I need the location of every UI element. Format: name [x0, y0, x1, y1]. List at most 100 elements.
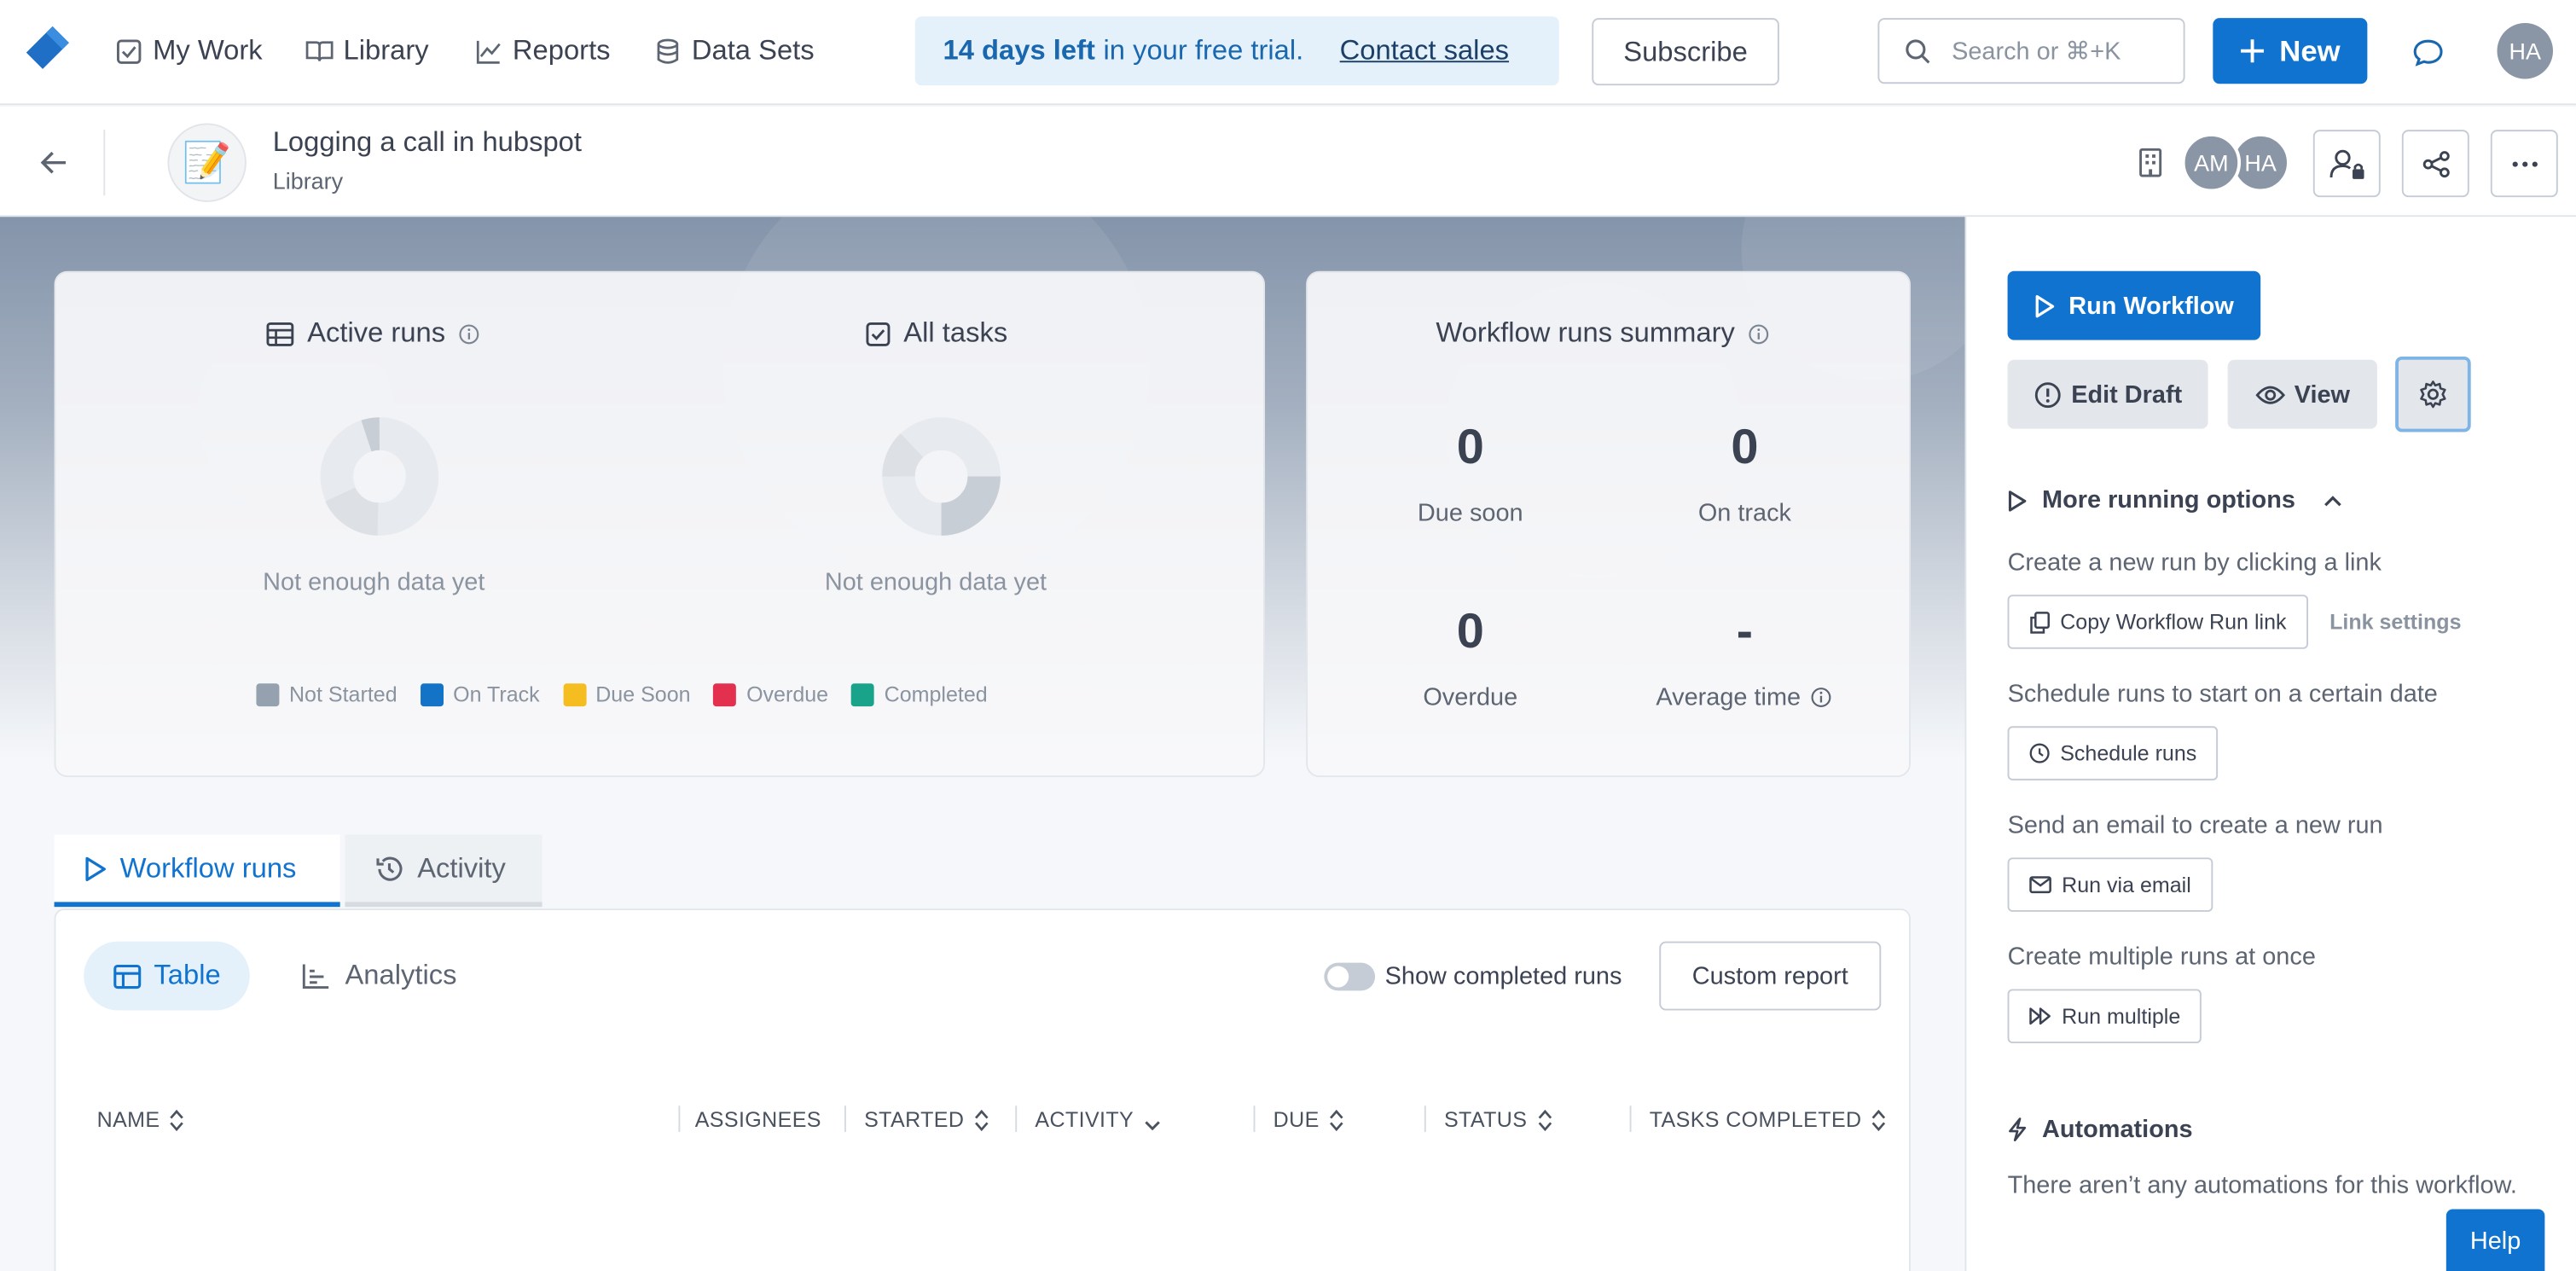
- new-button-label: New: [2279, 33, 2341, 67]
- app-logo-icon[interactable]: [20, 20, 78, 78]
- legend-label: On Track: [453, 682, 540, 707]
- column-header-name[interactable]: NAME: [97, 1107, 185, 1132]
- trial-banner: 14 days left in your free trial. Contact…: [914, 16, 1559, 86]
- legend-label: Overdue: [746, 682, 829, 707]
- average-time-label-group: Average time: [1656, 683, 1831, 711]
- info-icon[interactable]: [1748, 322, 1769, 344]
- schedule-runs-label: Schedule runs: [2060, 740, 2197, 766]
- custom-report-button[interactable]: Custom report: [1659, 941, 1882, 1011]
- table-view-label: Table: [154, 959, 221, 991]
- column-header-activity[interactable]: ACTIVITY: [1035, 1107, 1162, 1132]
- search-input[interactable]: Search or ⌘+K: [1877, 18, 2185, 84]
- tab-activity-label: Activity: [417, 851, 506, 884]
- average-time-value: -: [1736, 604, 1754, 659]
- back-arrow-icon[interactable]: [38, 146, 71, 179]
- subscribe-button[interactable]: Subscribe: [1592, 18, 1779, 86]
- analytics-view-label: Analytics: [345, 959, 457, 991]
- info-icon[interactable]: [1811, 687, 1832, 708]
- more-running-options-label: More running options: [2042, 486, 2295, 514]
- copy-icon: [2030, 611, 2050, 633]
- tab-workflow-runs[interactable]: Workflow runs: [54, 834, 340, 908]
- all-tasks-title: All tasks: [866, 317, 1007, 351]
- nav-library[interactable]: Library: [305, 33, 429, 69]
- info-icon[interactable]: [459, 322, 480, 344]
- legend-swatch: [713, 682, 737, 706]
- edit-draft-button[interactable]: Edit Draft: [2007, 359, 2208, 429]
- run-via-email-button[interactable]: Run via email: [2007, 857, 2213, 912]
- automations-title: Automations: [2042, 1115, 2193, 1144]
- tab-activity[interactable]: Activity: [345, 834, 542, 908]
- nav-reports-label: Reports: [512, 34, 611, 67]
- nav-data-sets[interactable]: Data Sets: [654, 33, 815, 69]
- column-header-assignees: ASSIGNEES: [695, 1107, 821, 1132]
- on-track-count: 0: [1731, 421, 1759, 475]
- toggle-knob: [1327, 966, 1349, 988]
- summary-title-label: Workflow runs summary: [1436, 316, 1735, 349]
- play-icon: [2008, 490, 2027, 511]
- chart-line-icon: [476, 39, 501, 63]
- run-workflow-button[interactable]: Run Workflow: [2007, 270, 2261, 340]
- run-multiple-label: Run multiple: [2062, 1003, 2181, 1029]
- run-multiple-button[interactable]: Run multiple: [2007, 989, 2202, 1044]
- search-icon: [1906, 38, 1930, 63]
- legend-item: Due Soon: [562, 682, 691, 706]
- column-header-due[interactable]: DUE: [1273, 1107, 1344, 1132]
- workflow-title: Logging a call in hubspot: [272, 126, 582, 158]
- legend-item: Overdue: [713, 682, 829, 707]
- run-via-email-label: Run via email: [2062, 872, 2191, 897]
- gear-icon: [2420, 380, 2446, 409]
- legend-item: On Track: [420, 682, 540, 707]
- column-header-label: ASSIGNEES: [694, 1107, 821, 1133]
- copy-run-link-button[interactable]: Copy Workflow Run link: [2007, 595, 2308, 649]
- active-runs-empty-text: Not enough data yet: [263, 568, 485, 597]
- column-header-label: NAME: [96, 1107, 160, 1133]
- settings-button[interactable]: [2395, 356, 2471, 432]
- column-header-started[interactable]: STARTED: [864, 1107, 989, 1132]
- nav-reports[interactable]: Reports: [475, 33, 611, 69]
- column-header-status[interactable]: STATUS: [1444, 1107, 1552, 1132]
- column-header-tasks-completed[interactable]: TASKS COMPLETED: [1650, 1107, 1887, 1132]
- column-header-label: DUE: [1273, 1107, 1320, 1133]
- help-button[interactable]: Help: [2445, 1209, 2545, 1271]
- avatar[interactable]: AM: [2181, 133, 2242, 193]
- column-divider: [1629, 1106, 1632, 1133]
- on-track-label: On track: [1697, 499, 1792, 528]
- play-icon: [2036, 294, 2055, 317]
- column-divider: [1424, 1106, 1426, 1133]
- sort-icon: [974, 1108, 989, 1131]
- table-view-toggle[interactable]: Table: [84, 941, 250, 1011]
- fast-forward-icon: [2029, 1007, 2051, 1025]
- column-divider: [1253, 1106, 1256, 1133]
- copy-run-link-label: Copy Workflow Run link: [2060, 609, 2287, 635]
- sort-icon: [1871, 1108, 1886, 1131]
- permissions-button[interactable]: [2312, 130, 2381, 198]
- legend-swatch: [562, 682, 586, 706]
- share-icon: [2422, 150, 2449, 177]
- column-header-label: STATUS: [1443, 1107, 1528, 1133]
- edit-draft-label: Edit Draft: [2071, 380, 2183, 409]
- status-legend: Not Started On Track Due Soon Overdue Co…: [256, 682, 988, 707]
- nav-my-work[interactable]: My Work: [115, 33, 263, 69]
- new-button[interactable]: New: [2213, 18, 2368, 84]
- building-icon[interactable]: [2138, 146, 2164, 179]
- search-placeholder: Search or ⌘+K: [1952, 38, 2121, 67]
- active-runs-title: Active runs: [266, 317, 480, 351]
- schedule-runs-button[interactable]: Schedule runs: [2007, 726, 2219, 781]
- workflow-header: 📝 Logging a call in hubspot Library AM H…: [0, 107, 2576, 218]
- link-settings-link[interactable]: Link settings: [2329, 610, 2461, 635]
- more-options-button[interactable]: [2490, 130, 2558, 198]
- summary-title: Workflow runs summary: [1436, 317, 1769, 351]
- more-running-options-toggle[interactable]: More running options: [2008, 486, 2343, 514]
- nav-my-work-label: My Work: [153, 34, 263, 67]
- user-avatar[interactable]: HA: [2497, 22, 2554, 79]
- contact-sales-link[interactable]: Contact sales: [1340, 34, 1509, 67]
- breadcrumb[interactable]: Library: [273, 167, 343, 194]
- view-button[interactable]: View: [2227, 359, 2377, 429]
- share-button[interactable]: [2401, 130, 2469, 198]
- analytics-view-toggle[interactable]: Analytics: [302, 960, 456, 993]
- workflow-emoji-icon[interactable]: 📝: [167, 123, 247, 202]
- chat-icon[interactable]: [2411, 36, 2445, 69]
- show-completed-toggle[interactable]: [1324, 962, 1376, 991]
- nav-data-sets-label: Data Sets: [691, 34, 815, 67]
- all-tasks-donut: [882, 417, 1001, 536]
